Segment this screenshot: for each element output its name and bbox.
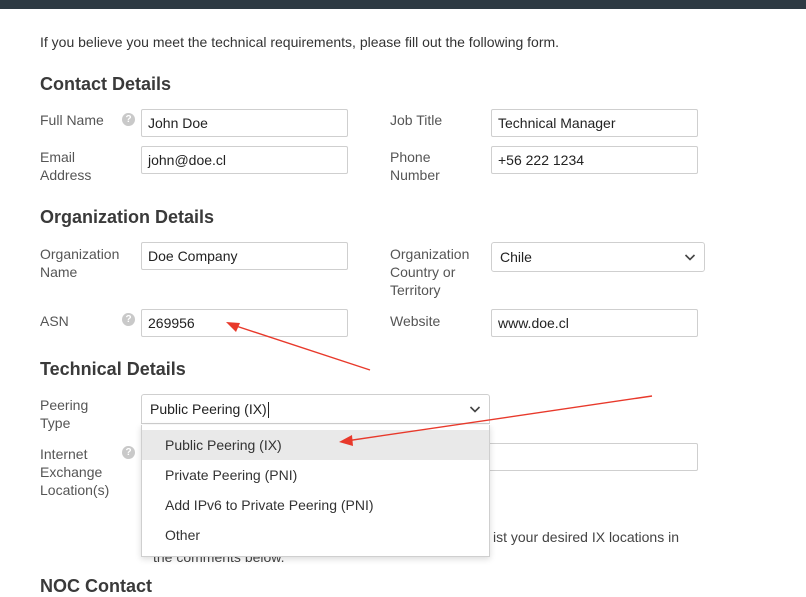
annotation-arrows: [226, 322, 653, 446]
annotation-arrow-asn: [226, 322, 371, 371]
annotation-arrow-public-peering: [339, 395, 653, 446]
